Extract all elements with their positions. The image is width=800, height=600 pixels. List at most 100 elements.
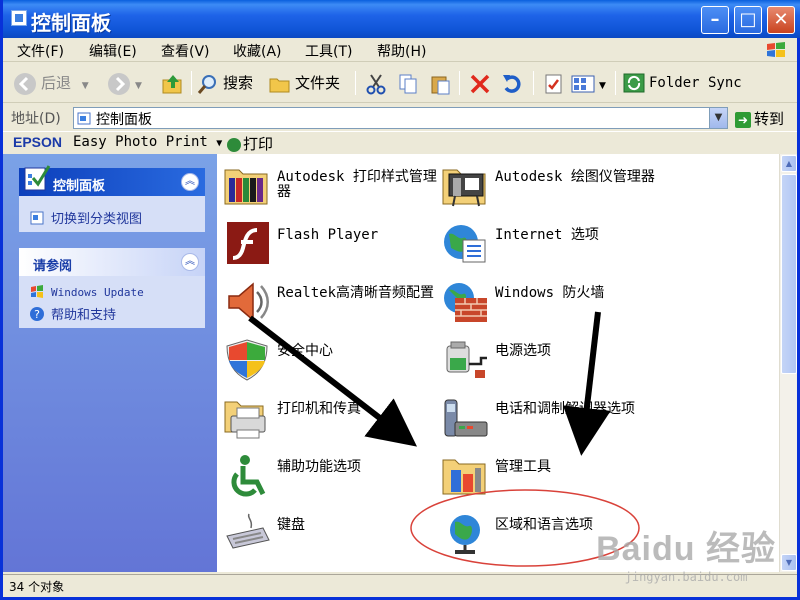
task-pane: 控制面板 ︽ 切换到分类视图 请参阅 ︽ Windows Update ? 帮助… (3, 154, 217, 572)
address-value: 控制面板 (96, 112, 152, 128)
cp-item-printers-and-faxes[interactable]: 打印机和传真 (221, 392, 441, 444)
panel-header[interactable]: 控制面板 ︽ (19, 165, 205, 196)
panel-title: 控制面板 (53, 179, 106, 194)
cp-item-partial[interactable] (221, 566, 441, 572)
cp-item-administrative-tools[interactable]: 管理工具 (439, 450, 659, 502)
menu-edit[interactable]: 编辑(E) (89, 41, 137, 61)
epson-toolbar: EPSON Easy Photo Print ▼ 打印 (3, 131, 797, 153)
up-folder-button[interactable] (161, 69, 189, 97)
panel-title: 请参阅 (33, 259, 73, 274)
cp-item-power-options[interactable]: 电源选项 (439, 334, 659, 386)
control-panel-icon (24, 165, 51, 191)
undo-button[interactable] (501, 69, 527, 97)
help-and-support-label: 帮助和支持 (51, 308, 117, 323)
menu-favorites[interactable]: 收藏(A) (233, 41, 282, 61)
maximize-button[interactable]: □ (734, 6, 762, 34)
undo-icon (503, 74, 521, 93)
cp-item-security-center[interactable]: 安全中心 (221, 334, 441, 386)
explorer-window: 控制面板 – □ ✕ 文件(F) 编辑(E) 查看(V) 收藏(A) 工具(T)… (0, 0, 800, 600)
up-folder-icon (162, 74, 182, 93)
cp-item-autodesk-plotter-manager[interactable]: Autodesk 绘图仪管理器 (439, 160, 659, 212)
cp-item-label: 安全中心 (277, 343, 333, 359)
minimize-button[interactable]: – (701, 6, 729, 34)
cp-item-flash-player[interactable]: Flash Player (221, 218, 441, 270)
scroll-thumb[interactable] (781, 174, 797, 374)
switch-to-category-view-link[interactable]: 切换到分类视图 (29, 208, 195, 227)
close-button[interactable]: ✕ (767, 6, 795, 34)
search-label: 搜索 (223, 74, 254, 92)
phone-modem-icon (444, 399, 488, 437)
search-button[interactable]: 搜索 (197, 69, 253, 97)
cp-item-label: 辅助功能选项 (277, 459, 361, 475)
back-button[interactable]: 后退 ▼ (13, 69, 89, 97)
cp-item-phone-and-modem-options[interactable]: 电话和调制解调器选项 (439, 392, 659, 444)
collapse-chevron-icon[interactable]: ︽ (181, 253, 199, 271)
back-arrow-icon (14, 72, 36, 95)
control-panel-icon (11, 10, 27, 26)
easy-photo-print-button[interactable]: Easy Photo Print ▼ (73, 134, 222, 150)
cp-item-internet-options[interactable]: Internet 选项 (439, 218, 659, 270)
flash-player-icon (227, 222, 269, 264)
menu-file[interactable]: 文件(F) (17, 41, 64, 61)
scroll-down-button[interactable]: ▼ (781, 554, 797, 571)
control-panel-icon (77, 112, 91, 125)
easy-photo-print-label: Easy Photo Print (73, 134, 208, 150)
partial-item-icon (223, 570, 271, 572)
collapse-chevron-icon[interactable]: ︽ (181, 173, 199, 191)
folders-button[interactable]: 文件夹 (269, 69, 340, 97)
help-icon: ? (30, 306, 44, 321)
windows-update-icon (31, 285, 43, 298)
menu-bar: 文件(F) 编辑(E) 查看(V) 收藏(A) 工具(T) 帮助(H) (3, 38, 797, 62)
help-and-support-link[interactable]: ? 帮助和支持 (29, 304, 195, 323)
menu-tools[interactable]: 工具(T) (305, 41, 352, 61)
cp-item-regional-and-language-options[interactable]: 区域和语言选项 (439, 508, 659, 560)
cp-item-partial[interactable] (439, 566, 659, 572)
cp-item-windows-firewall[interactable]: Windows 防火墙 (439, 276, 659, 328)
views-button[interactable]: ▼ (571, 69, 606, 97)
menu-view[interactable]: 查看(V) (161, 41, 210, 61)
paste-button[interactable] (429, 69, 455, 97)
cp-item-label: 电源选项 (495, 343, 551, 359)
cut-button[interactable] (365, 69, 391, 97)
folder-sync-button[interactable]: Folder Sync (623, 69, 742, 97)
toolbar-separator (533, 71, 534, 95)
toolbar-separator (191, 71, 192, 95)
forward-button[interactable]: ▼ (107, 69, 142, 97)
cp-item-keyboard[interactable]: 键盘 (221, 508, 441, 560)
address-bar: 地址(D) 控制面板 ▼ ➜ 转到 (3, 104, 797, 130)
folder-sync-label: Folder Sync (649, 75, 742, 91)
epson-logo: EPSON (13, 134, 63, 150)
epson-print-button[interactable]: 打印 (227, 133, 273, 154)
back-label: 后退 (41, 74, 72, 92)
plotter-folder-icon (442, 169, 486, 207)
folder-icon (269, 78, 290, 92)
scroll-up-button[interactable]: ▲ (781, 155, 797, 172)
windows-logo-icon (767, 42, 785, 57)
vertical-scrollbar[interactable]: ▲ ▼ (779, 154, 797, 572)
properties-button[interactable] (543, 69, 569, 97)
cp-item-label: Flash Player (277, 227, 379, 243)
title-bar[interactable]: 控制面板 – □ ✕ (3, 0, 800, 38)
control-panel-task-panel: 控制面板 ︽ 切换到分类视图 (19, 165, 205, 232)
cp-item-realtek-audio-config[interactable]: Realtek高清晰音频配置 (221, 276, 441, 328)
address-input[interactable]: 控制面板 ▼ (73, 107, 728, 129)
delete-button[interactable] (469, 69, 495, 97)
go-arrow-icon: ➜ (735, 111, 751, 128)
print-icon (227, 137, 241, 152)
cp-item-label: Autodesk 打印样式管理器 (277, 169, 437, 200)
windows-update-link[interactable]: Windows Update (29, 284, 195, 300)
cp-item-label: 电话和调制解调器选项 (495, 401, 635, 417)
menu-help[interactable]: 帮助(H) (377, 41, 426, 61)
cp-item-accessibility-options[interactable]: 辅助功能选项 (221, 450, 441, 502)
windows-update-label: Windows Update (51, 285, 144, 299)
go-button[interactable]: ➜ 转到 (735, 108, 784, 129)
address-dropdown-button[interactable]: ▼ (709, 108, 727, 128)
views-grid-icon (571, 75, 595, 92)
cp-item-autodesk-plot-style-manager[interactable]: Autodesk 打印样式管理器 (221, 160, 441, 212)
panel-header[interactable]: 请参阅 ︽ (19, 248, 205, 276)
admin-tools-icon (442, 459, 486, 495)
search-icon (197, 74, 216, 94)
copy-button[interactable] (397, 69, 423, 97)
toolbar: 后退 ▼ ▼ 搜索 文件夹 ▼ Folder Sync (3, 63, 797, 103)
firewall-icon (444, 283, 487, 322)
